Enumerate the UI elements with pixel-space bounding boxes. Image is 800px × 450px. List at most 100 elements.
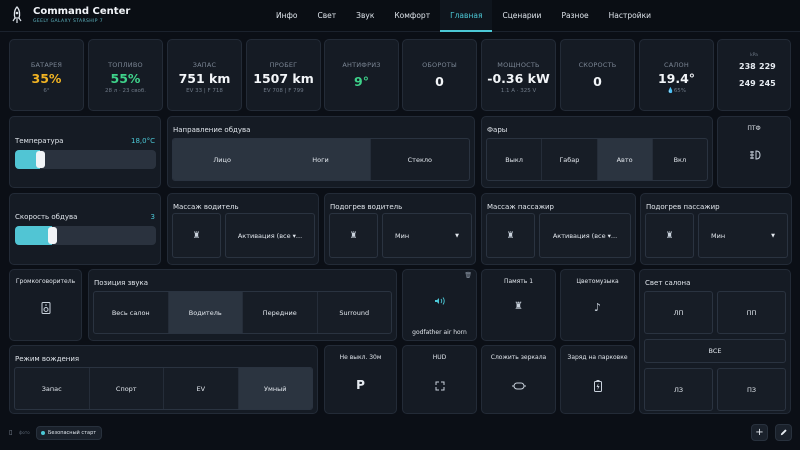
antifreeze-label: АНТИФРИЗ [342,61,381,69]
temperature-slider[interactable] [15,150,156,169]
massage-passenger-toggle[interactable]: ♜ [486,213,535,258]
massage-driver-mode-select[interactable]: Активация (все ▾... [225,213,315,258]
battery-value: 35% [31,71,62,86]
temperature-card: Температура 18,0°C [9,116,161,188]
sound-all-cabin-button[interactable]: Весь салон [94,292,169,333]
heat-passenger-card: Подогрев пассажир ♜ Мин ▼ [640,193,792,265]
fan-value: 3 [150,213,155,221]
park-hold-card[interactable]: Не выкл. 30м P [324,345,397,414]
sound-position-title: Позиция звука [94,279,149,287]
tab-info[interactable]: Инфо [266,0,308,32]
tab-misc[interactable]: Разное [551,0,598,32]
headlights-parking-button[interactable]: Габар [542,139,598,180]
plus-icon: + [755,427,764,438]
cabin-light-rl-button[interactable]: ЛЗ [644,368,713,411]
battery-label: БАТАРЕЯ [30,61,63,69]
headlights-title: Фары [487,126,508,134]
park-icon: P [356,378,365,392]
mirrors-card[interactable]: Сложить зеркала [481,345,556,414]
mirrors-label: Сложить зеркала [490,354,547,361]
massage-driver-toggle[interactable]: ♜ [172,213,221,258]
temperature-label: Температура [15,137,64,145]
tab-light[interactable]: Свет [308,0,347,32]
tire-unit-label: kPa [750,53,758,58]
drive-mode-title: Режим вождения [15,355,80,363]
tab-scenarios[interactable]: Сценарии [492,0,551,32]
battery-charge-icon [594,380,602,392]
fan-slider[interactable] [15,226,156,245]
horn-card[interactable]: 🗑 godfather air horn [402,269,477,341]
memory-card[interactable]: Память 1 ♜ [481,269,556,341]
add-button[interactable]: + [751,424,768,441]
color-music-card[interactable]: Цветомузыка ♪ [560,269,635,341]
speed-label: СКОРОСТЬ [578,61,617,69]
rocket-logo-icon [12,6,22,23]
sound-surround-button[interactable]: Surround [318,292,392,333]
drive-eco-button[interactable]: Запас [15,368,90,409]
drive-mode-card: Режим вождения Запас Спорт EV Умный [9,345,318,414]
fuel-label: ТОПЛИВО [108,61,143,69]
tab-comfort[interactable]: Комфорт [384,0,440,32]
drive-ev-button[interactable]: EV [164,368,239,409]
heat-driver-level-select[interactable]: Мин ▼ [382,213,472,258]
tab-home[interactable]: Главная [440,0,493,32]
tab-sound[interactable]: Звук [346,0,384,32]
drive-smart-button[interactable]: Умный [238,368,312,409]
sound-driver-button[interactable]: Водитель [168,292,243,333]
power-label: МОЩНОСТЬ [497,61,540,69]
airflow-glass-button[interactable]: Стекло [371,139,469,180]
sound-wave-icon [435,297,445,305]
trash-icon[interactable]: 🗑 [464,272,472,279]
massage-passenger-mode-select[interactable]: Активация (все ▾... [539,213,631,258]
speaker-card[interactable]: Громкоговоритель [9,269,82,341]
sound-position-card: Позиция звука Весь салон Водитель Передн… [88,269,397,341]
headlights-card: Фары Выкл Габар Авто Вкл [481,116,713,188]
range-label: ЗАПАС [192,61,217,69]
massage-driver-title: Массаж водитель [173,203,239,211]
cabin-light-all-button[interactable]: ВСЕ [644,339,786,363]
massage-driver-card: Массаж водитель ♜ Активация (все ▾... [167,193,319,265]
sound-front-button[interactable]: Передние [243,292,318,333]
headlights-auto-button[interactable]: Авто [597,139,653,180]
seat-heat-icon: ♜ [665,230,674,241]
edit-button[interactable] [775,424,792,441]
tab-settings[interactable]: Настройки [599,0,661,32]
cabin-humidity: 65% [673,88,687,94]
safe-start-chip[interactable]: Безопасный старт [36,426,103,440]
cabin-card: САЛОН 19.4° 💧65% [639,39,714,111]
cabin-light-rr-button[interactable]: ПЗ [717,368,786,411]
cabin-light-fl-button[interactable]: ЛП [644,291,713,334]
cabin-label: САЛОН [664,61,689,69]
headlights-off-button[interactable]: Выкл [487,139,543,180]
speaker-label: Громкоговоритель [15,278,76,285]
heat-driver-card: Подогрев водитель ♜ Мин ▼ [324,193,476,265]
antifreeze-value: 9° [354,74,369,89]
massage-passenger-title: Массаж пассажир [487,203,554,211]
hud-label: HUD [432,354,447,361]
battery-card: БАТАРЕЯ 35% 6° [9,39,84,111]
heat-driver-toggle[interactable]: ♜ [329,213,378,258]
tire-rl: 249 [739,79,756,88]
airflow-segmented: Лицо Ноги Стекло [172,138,470,181]
hud-expand-icon [435,381,445,391]
power-value: -0.36 kW [487,71,550,86]
park-charge-card[interactable]: Заряд на парковке [560,345,635,414]
fan-slider-thumb[interactable] [48,227,57,244]
fuel-sub: 28 л · 23 своб. [104,88,147,94]
temperature-slider-thumb[interactable] [36,151,45,168]
fog-light-icon [750,150,761,160]
airflow-face-button[interactable]: Лицо [173,139,272,180]
headlights-on-button[interactable]: Вкл [653,139,707,180]
cabin-light-fr-button[interactable]: ПП [717,291,786,334]
rpm-card: ОБОРОТЫ 0 [402,39,477,111]
drive-sport-button[interactable]: Спорт [90,368,164,409]
heat-passenger-toggle[interactable]: ♜ [645,213,694,258]
pencil-icon [780,429,787,436]
power-card: МОЩНОСТЬ -0.36 kW 1.1 A · 325 V [481,39,556,111]
temperature-value: 18,0°C [131,137,155,145]
fog-light-card[interactable]: ПТФ [717,116,791,188]
heat-passenger-level-select[interactable]: Мин ▼ [698,213,788,258]
phone-icon: ▯ [9,429,13,436]
hud-card[interactable]: HUD [402,345,477,414]
airflow-feet-button[interactable]: Ноги [271,139,371,180]
